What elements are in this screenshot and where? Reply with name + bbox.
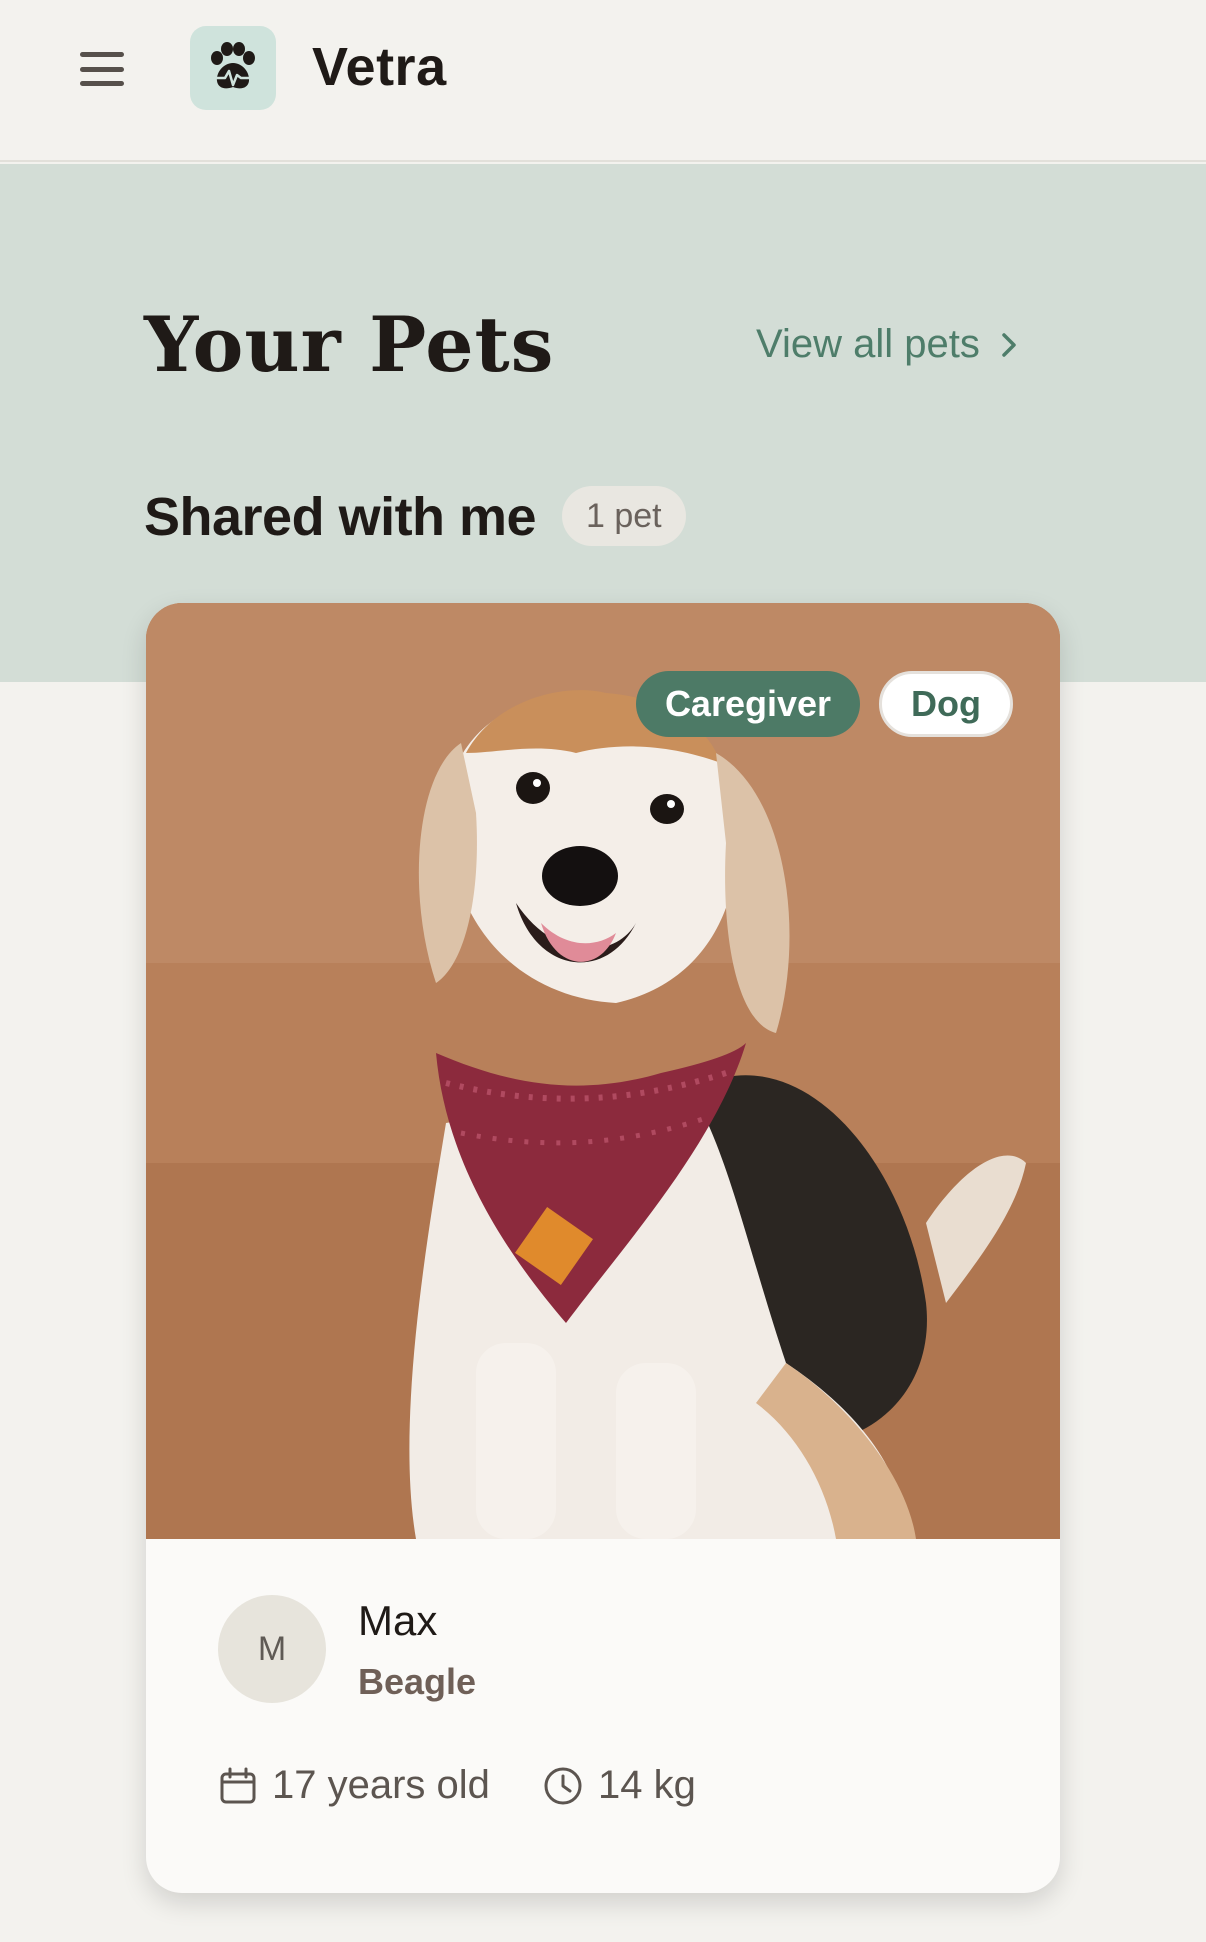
calendar-icon — [220, 1767, 256, 1803]
role-badge: Caregiver — [636, 671, 860, 737]
section-title-shared: Shared with me — [144, 487, 537, 547]
pet-name: Max — [358, 1597, 438, 1644]
pet-count-badge: 1 pet — [562, 486, 686, 546]
pet-age: 17 years old — [272, 1763, 490, 1807]
pet-age-stat: 17 years old — [218, 1763, 490, 1808]
view-all-pets-link[interactable]: View all pets — [756, 322, 1022, 367]
app-title: Vetra — [312, 37, 447, 97]
species-badge: Dog — [879, 671, 1013, 737]
pet-photo: Caregiver Dog — [146, 603, 1060, 1539]
pet-card[interactable]: Caregiver Dog M Max Beagle 17 years old … — [146, 603, 1060, 1893]
clock-icon — [544, 1767, 582, 1804]
top-app-bar: Vetra — [0, 0, 1206, 162]
pet-info: M Max Beagle 17 years old 14 kg — [146, 1539, 1060, 1893]
page-title: Your Pets — [144, 300, 555, 389]
paw-heartbeat-icon[interactable] — [190, 26, 276, 110]
chevron-right-icon — [1002, 332, 1016, 357]
pet-weight-stat: 14 kg — [542, 1763, 696, 1808]
pet-weight: 14 kg — [598, 1763, 696, 1807]
pet-breed: Beagle — [358, 1661, 477, 1702]
view-all-pets-label: View all pets — [756, 322, 980, 366]
hamburger-menu-icon[interactable] — [78, 48, 126, 90]
avatar: M — [218, 1595, 326, 1703]
